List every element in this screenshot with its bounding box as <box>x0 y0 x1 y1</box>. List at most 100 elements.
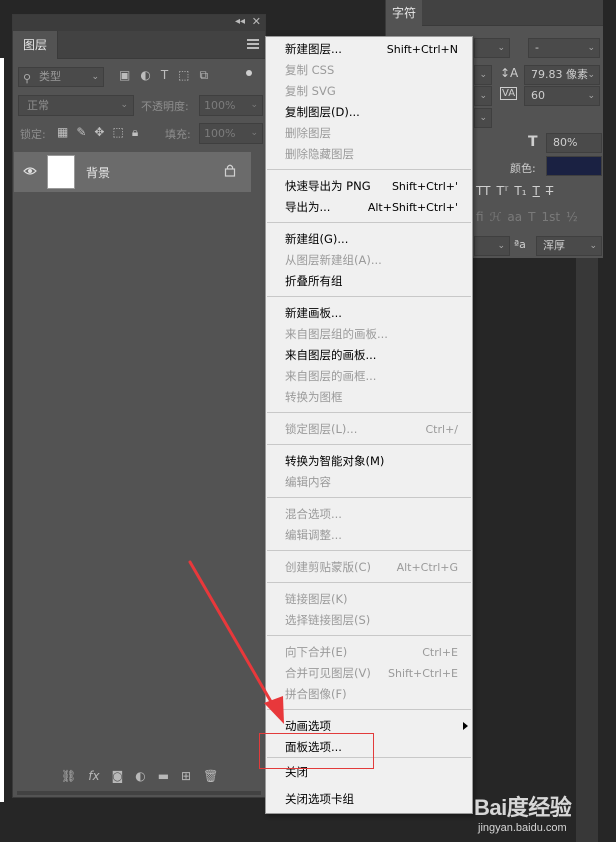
menu-item-label: 拼合图像(F) <box>285 687 347 701</box>
scale-select[interactable]: ⌄ <box>474 108 492 128</box>
strikethrough-button[interactable]: T <box>546 184 553 198</box>
menu-item[interactable]: 新建组(G)... <box>266 229 472 250</box>
close-panel-icon[interactable]: ✕ <box>252 15 261 28</box>
menu-item[interactable]: 折叠所有组 <box>266 271 472 292</box>
vertical-scale-field[interactable]: 80% <box>546 133 602 153</box>
menu-item[interactable]: 删除图层 <box>266 123 472 144</box>
kerning-select[interactable]: ⌄ <box>474 86 492 106</box>
fx-icon[interactable]: fx <box>88 769 99 783</box>
menu-item[interactable]: 转换为智能对象(M) <box>266 451 472 472</box>
add-mask-icon[interactable]: ◙ <box>112 769 124 783</box>
menu-separator <box>267 169 471 170</box>
menu-item[interactable]: 关闭选项卡组 <box>266 789 472 810</box>
tab-layers[interactable]: 图层 <box>13 31 58 59</box>
menu-item-shortcut: Alt+Ctrl+G <box>396 561 458 574</box>
layer-name[interactable]: 背景 <box>86 164 110 181</box>
font-style-value: - <box>535 41 539 54</box>
small-caps-button[interactable]: Tᵀ <box>496 184 508 198</box>
all-caps-button[interactable]: TT <box>476 184 490 198</box>
menu-item[interactable]: 拼合图像(F) <box>266 684 472 705</box>
menu-item[interactable]: 合并可见图层(V) Shift+Ctrl+E <box>266 663 472 684</box>
menu-item[interactable]: 复制 SVG <box>266 81 472 102</box>
ligature-button[interactable]: fi <box>476 210 484 224</box>
link-layers-icon[interactable]: ⛓ <box>61 769 76 783</box>
chevron-down-icon: ⌄ <box>91 72 99 82</box>
leading-field[interactable]: 79.83 像素 ⌄ <box>524 65 600 85</box>
menu-item[interactable]: 从图层新建组(A)... <box>266 250 472 271</box>
collapse-panel-icon[interactable]: ◂◂ <box>235 16 245 27</box>
text-color-swatch[interactable] <box>546 156 602 176</box>
menu-item[interactable]: 选择链接图层(S) <box>266 610 472 631</box>
lock-transparent-icon[interactable]: ▦ <box>57 125 68 140</box>
panel-scrollbar[interactable] <box>17 791 261 795</box>
chevron-down-icon: ⌄ <box>587 91 595 101</box>
menu-item[interactable]: 来自图层的画板... <box>266 345 472 366</box>
filter-kind-select[interactable]: ⚲ 类型 ⌄ <box>18 67 104 87</box>
menu-item[interactable]: 导出为... Alt+Shift+Ctrl+' <box>266 197 472 218</box>
menu-separator <box>267 444 471 445</box>
menu-item[interactable]: 链接图层(K) <box>266 589 472 610</box>
menu-item[interactable]: 向下合并(E) Ctrl+E <box>266 642 472 663</box>
opacity-field[interactable]: 100% ⌄ <box>199 95 263 116</box>
font-size-select[interactable]: ⌄ <box>474 65 492 85</box>
menu-item[interactable]: 来自图层组的画板... <box>266 324 472 345</box>
menu-separator <box>267 550 471 551</box>
tracking-icon: VA <box>500 87 518 100</box>
blend-row: 正常 ⌄ 不透明度: 100% ⌄ <box>13 94 267 118</box>
color-label: 颜色: <box>510 162 536 175</box>
filter-toggle-icon[interactable] <box>246 70 252 76</box>
menu-item[interactable]: 新建画板... <box>266 303 472 324</box>
menu-item[interactable]: 编辑调整... <box>266 525 472 546</box>
menu-item-label: 从图层新建组(A)... <box>285 253 382 267</box>
menu-item[interactable]: 混合选项... <box>266 504 472 525</box>
smartobject-filter-icon[interactable]: ⧉ <box>200 68 209 83</box>
pixel-filter-icon[interactable]: ▣ <box>119 68 130 83</box>
stylistic-alt-button[interactable]: aa <box>507 210 522 224</box>
delete-layer-icon[interactable]: 🗑︎ <box>203 769 218 783</box>
superscript-button[interactable]: T₁ <box>514 184 526 198</box>
fraction-button[interactable]: ½ <box>566 210 578 224</box>
fill-field[interactable]: 100% ⌄ <box>199 123 263 144</box>
lock-artboard-icon[interactable]: ⬚ <box>112 125 123 140</box>
lock-image-icon[interactable]: ✎ <box>76 125 86 140</box>
chevron-down-icon: ⌄ <box>589 241 597 251</box>
menu-item[interactable]: 编辑内容 <box>266 472 472 493</box>
titling-button[interactable]: T <box>528 210 535 224</box>
adjustment-filter-icon[interactable]: ◐ <box>140 68 150 83</box>
menu-item-label: 新建图层... <box>285 42 342 56</box>
antialias-select[interactable]: 浑厚 ⌄ <box>536 236 602 256</box>
menu-item[interactable]: 锁定图层(L)... Ctrl+/ <box>266 419 472 440</box>
menu-item-label: 来自图层的画框... <box>285 369 377 383</box>
new-layer-icon[interactable]: ⊞ <box>181 769 191 783</box>
language-select[interactable]: ⌄ <box>474 236 510 256</box>
type-filter-icon[interactable]: T <box>161 68 168 83</box>
layer-filter-row: ⚲ 类型 ⌄ ▣ ◐ T ⬚ ⧉ <box>13 65 267 91</box>
right-scrollbar[interactable] <box>576 258 598 842</box>
eye-icon[interactable] <box>23 164 37 178</box>
tracking-field[interactable]: 60 ⌄ <box>524 86 600 106</box>
lock-position-icon[interactable]: ✥ <box>94 125 104 140</box>
font-style-select[interactable]: - ⌄ <box>528 38 600 58</box>
menu-item[interactable]: 快速导出为 PNG Shift+Ctrl+' <box>266 176 472 197</box>
new-group-icon[interactable]: ▬ <box>158 769 169 783</box>
layer-row-background[interactable]: 背景 <box>14 152 251 192</box>
tab-character[interactable]: 字符 <box>386 0 422 26</box>
blend-mode-select[interactable]: 正常 ⌄ <box>18 95 134 116</box>
panel-menu-icon[interactable] <box>247 39 259 49</box>
menu-item[interactable]: 复制 CSS <box>266 60 472 81</box>
lock-all-icon[interactable]: 🔒︎ <box>132 125 138 140</box>
menu-item[interactable]: 新建图层... Shift+Ctrl+N <box>266 39 472 60</box>
menu-item-shortcut: Shift+Ctrl+' <box>391 180 458 193</box>
font-family-select[interactable]: ⌄ <box>474 38 510 58</box>
menu-item[interactable]: 转换为图框 <box>266 387 472 408</box>
ordinal-button[interactable]: 1st <box>541 210 560 224</box>
adjustment-layer-icon[interactable]: ◐ <box>135 769 145 783</box>
menu-item[interactable]: 删除隐藏图层 <box>266 144 472 165</box>
menu-separator <box>267 635 471 636</box>
shape-filter-icon[interactable]: ⬚ <box>178 68 189 83</box>
menu-item[interactable]: 复制图层(D)... <box>266 102 472 123</box>
underline-button[interactable]: T <box>533 184 540 198</box>
swash-button[interactable]: ℋ <box>490 210 502 224</box>
menu-item[interactable]: 来自图层的画框... <box>266 366 472 387</box>
menu-item[interactable]: 创建剪贴蒙版(C) Alt+Ctrl+G <box>266 557 472 578</box>
